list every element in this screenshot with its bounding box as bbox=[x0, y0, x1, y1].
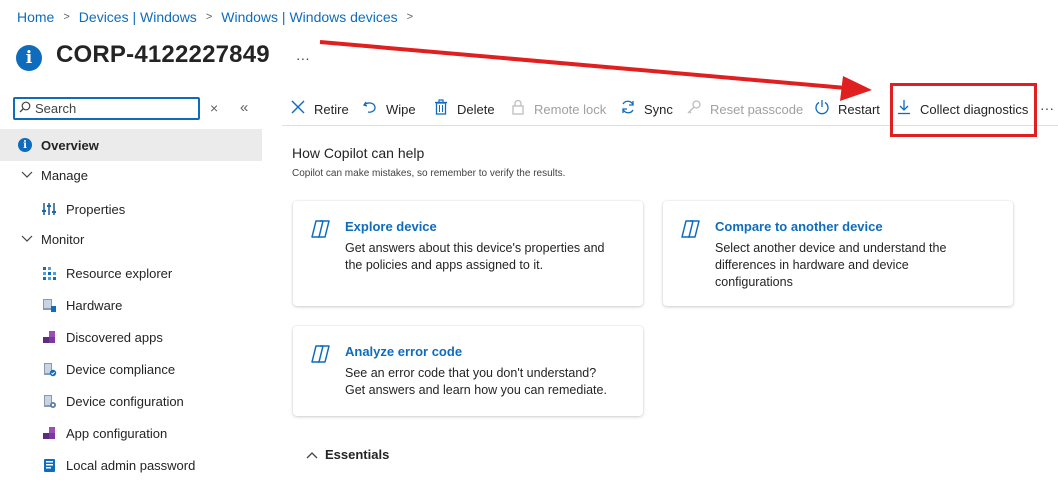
sidebar-item-label: Resource explorer bbox=[66, 265, 173, 281]
copilot-card-explore-device[interactable]: Explore device Get answers about this de… bbox=[293, 201, 643, 306]
card-description-line: differences in hardware and device bbox=[715, 258, 909, 272]
toolbar-more-button[interactable]: ··· bbox=[1040, 100, 1054, 116]
copilot-heading: How Copilot can help bbox=[292, 145, 425, 161]
sidebar-item-label: Hardware bbox=[66, 297, 123, 313]
sidebar-item-properties[interactable]: Properties bbox=[0, 193, 262, 225]
sidebar-item-label: Properties bbox=[66, 201, 126, 217]
chevron-down-icon bbox=[19, 231, 35, 247]
breadcrumb-home[interactable]: Home bbox=[17, 9, 54, 25]
sidebar-item-resource-explorer[interactable]: Resource explorer bbox=[0, 257, 262, 289]
search-icon bbox=[19, 101, 35, 116]
sidebar-item-label: Local admin password bbox=[66, 457, 196, 473]
remote-lock-label: Remote lock bbox=[534, 101, 607, 117]
restart-label: Restart bbox=[838, 101, 880, 117]
sidebar-item-label: App configuration bbox=[66, 425, 168, 441]
chevron-up-icon bbox=[306, 448, 318, 462]
card-description-line: configurations bbox=[715, 275, 793, 289]
breadcrumb-separator: > bbox=[63, 11, 70, 23]
info-icon: i bbox=[17, 137, 33, 153]
sidebar-item-label: Device compliance bbox=[66, 361, 176, 377]
apps-icon bbox=[41, 329, 57, 345]
card-description-line: Get answers and learn how you can remedi… bbox=[345, 383, 607, 397]
retire-label: Retire bbox=[314, 101, 349, 117]
copilot-card-compare-device[interactable]: Compare to another device Select another… bbox=[663, 201, 1013, 306]
configuration-icon bbox=[41, 393, 57, 409]
search-input[interactable] bbox=[35, 101, 195, 116]
collapse-sidebar-icon[interactable]: « bbox=[240, 99, 248, 116]
app-config-icon bbox=[41, 425, 57, 441]
sidebar-item-device-configuration[interactable]: Device configuration bbox=[0, 385, 262, 417]
close-icon bbox=[290, 99, 306, 120]
card-description-line: Get answers about this device's properti… bbox=[345, 241, 605, 255]
search-box bbox=[13, 97, 200, 120]
sync-label: Sync bbox=[644, 101, 673, 117]
lock-icon bbox=[510, 99, 526, 120]
card-description: Select another device and understand the… bbox=[715, 240, 946, 291]
sidebar-item-label: Discovered apps bbox=[66, 329, 163, 345]
hardware-icon bbox=[41, 297, 57, 313]
sidebar-group-manage[interactable]: Manage bbox=[0, 159, 262, 191]
wipe-label: Wipe bbox=[386, 101, 416, 117]
essentials-label: Essentials bbox=[325, 447, 390, 462]
card-title: Explore device bbox=[345, 219, 437, 234]
clear-search-icon[interactable]: × bbox=[210, 100, 218, 116]
retire-button[interactable]: Retire bbox=[290, 92, 349, 126]
copilot-icon bbox=[679, 217, 703, 241]
sidebar: × « i Overview Manage Properties Monitor… bbox=[0, 92, 262, 480]
card-description-line: the policies and apps assigned to it. bbox=[345, 258, 544, 272]
sidebar-item-overview[interactable]: i Overview bbox=[0, 129, 262, 161]
breadcrumb-separator: > bbox=[406, 11, 414, 23]
card-title: Compare to another device bbox=[715, 219, 883, 234]
chevron-down-icon bbox=[19, 167, 35, 183]
key-icon bbox=[686, 99, 702, 120]
sync-button[interactable]: Sync bbox=[620, 92, 673, 126]
card-description: See an error code that you don't underst… bbox=[345, 365, 607, 399]
copilot-card-analyze-error[interactable]: Analyze error code See an error code tha… bbox=[293, 326, 643, 416]
sidebar-item-local-admin-password[interactable]: Local admin password bbox=[0, 449, 262, 480]
card-description: Get answers about this device's properti… bbox=[345, 240, 604, 274]
sidebar-group-monitor[interactable]: Monitor bbox=[0, 223, 262, 255]
sidebar-item-label: Monitor bbox=[41, 231, 85, 247]
copilot-icon bbox=[309, 217, 333, 241]
annotation-highlight-box bbox=[890, 83, 1037, 137]
delete-label: Delete bbox=[457, 101, 495, 117]
trash-icon bbox=[433, 98, 449, 120]
more-options-button[interactable]: ··· bbox=[296, 50, 310, 66]
breadcrumb: Home > Devices | Windows > Windows | Win… bbox=[17, 9, 422, 25]
card-description-line: See an error code that you don't underst… bbox=[345, 366, 597, 380]
sidebar-item-hardware[interactable]: Hardware bbox=[0, 289, 262, 321]
reset-passcode-label: Reset passcode bbox=[710, 101, 804, 117]
power-icon bbox=[814, 99, 830, 120]
compliance-icon bbox=[41, 361, 57, 377]
essentials-toggle[interactable]: Essentials bbox=[306, 447, 389, 462]
copilot-icon bbox=[309, 342, 333, 366]
sidebar-item-label: Overview bbox=[41, 137, 99, 153]
sidebar-item-discovered-apps[interactable]: Discovered apps bbox=[0, 321, 262, 353]
sidebar-item-device-compliance[interactable]: Device compliance bbox=[0, 353, 262, 385]
resource-explorer-icon bbox=[41, 265, 57, 281]
restart-button[interactable]: Restart bbox=[814, 92, 880, 126]
properties-icon bbox=[41, 201, 57, 217]
sidebar-item-label: Manage bbox=[41, 167, 88, 183]
card-title: Analyze error code bbox=[345, 344, 463, 359]
copilot-disclaimer: Copilot can make mistakes, so remember t… bbox=[292, 168, 566, 179]
sync-icon bbox=[620, 99, 636, 120]
undo-icon bbox=[362, 99, 378, 120]
wipe-button[interactable]: Wipe bbox=[362, 92, 416, 126]
remote-lock-button[interactable]: Remote lock bbox=[510, 92, 606, 126]
page-header: i CORP-4122227849 ··· bbox=[16, 36, 310, 74]
breadcrumb-devices-windows[interactable]: Devices | Windows bbox=[79, 9, 197, 25]
breadcrumb-separator: > bbox=[205, 11, 213, 23]
sidebar-item-app-configuration[interactable]: App configuration bbox=[0, 417, 262, 449]
page-title: CORP-4122227849 bbox=[56, 41, 270, 68]
card-description-line: Select another device and understand the bbox=[715, 241, 947, 255]
sidebar-item-label: Device configuration bbox=[66, 393, 184, 409]
delete-button[interactable]: Delete bbox=[433, 92, 495, 126]
reset-passcode-button[interactable]: Reset passcode bbox=[686, 92, 803, 126]
info-icon: i bbox=[16, 45, 42, 71]
password-icon bbox=[41, 457, 57, 473]
breadcrumb-windows-devices[interactable]: Windows | Windows devices bbox=[221, 9, 397, 25]
